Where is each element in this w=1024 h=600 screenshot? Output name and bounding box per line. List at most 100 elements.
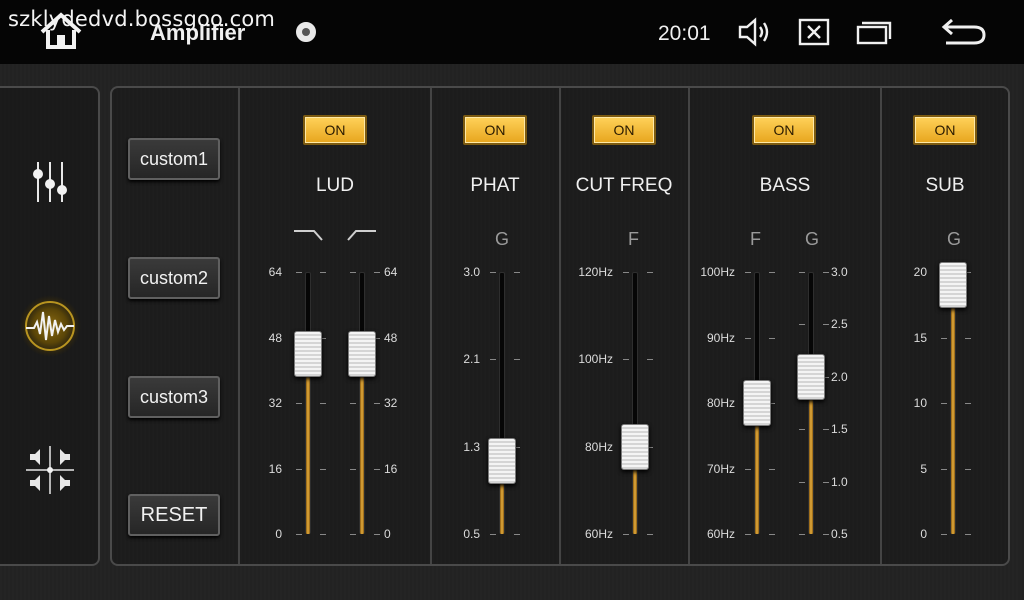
sub-tick-label: 0	[920, 527, 927, 541]
column-divider	[688, 88, 690, 564]
lud-high-tick-label: 0	[384, 527, 391, 541]
sub-tick-label: 15	[913, 330, 927, 345]
preset-custom3-button[interactable]: custom3	[128, 376, 220, 418]
column-divider	[880, 88, 882, 564]
bass-gain-tick-label: 2.5	[831, 317, 848, 332]
phat-tick-mark	[514, 359, 520, 361]
reset-button[interactable]: RESET	[128, 494, 220, 536]
bass-gain-tick-mark	[799, 324, 805, 326]
lud-toggle-button[interactable]: ON	[303, 115, 367, 145]
bass-toggle-button[interactable]: ON	[752, 115, 816, 145]
sub-slider-knob[interactable]	[939, 262, 967, 309]
cutfreq-tick-mark	[647, 534, 653, 535]
bass-freq-tick-mark	[769, 534, 775, 535]
bass-freq-tick-label: 60Hz	[706, 527, 735, 541]
nav-equalizer[interactable]	[20, 152, 80, 212]
balance-fader-icon	[26, 446, 74, 494]
cutfreq-tick-mark	[647, 272, 653, 273]
recent-apps-button[interactable]	[856, 18, 892, 51]
phat-title: PHAT	[470, 175, 520, 196]
lud-title: LUD	[315, 175, 354, 196]
bass-freq-label: F	[750, 229, 761, 249]
close-box-icon	[798, 18, 830, 46]
lud-low-tick-mark	[320, 403, 326, 404]
bass-freq-tick-mark	[769, 337, 775, 339]
column-divider	[430, 88, 432, 564]
nav-balance[interactable]	[20, 440, 80, 500]
recent-apps-icon	[856, 21, 892, 45]
phat-slider-knob[interactable]	[488, 437, 516, 484]
bass-gain-tick-mark	[799, 429, 805, 431]
bass-gain-slider-knob[interactable]	[797, 353, 825, 400]
sub-tick-mark	[965, 403, 971, 404]
bass-gain-tick-mark	[823, 429, 829, 431]
close-button[interactable]	[798, 18, 830, 51]
lud-low-tick-mark	[296, 468, 302, 470]
bass-gain-tick-label: 3.0	[831, 265, 848, 279]
bass-gain-tick-mark	[799, 534, 805, 535]
sub-toggle-button[interactable]: ON	[913, 115, 977, 145]
sub-tick-mark	[941, 468, 947, 470]
bass-freq-slider-knob[interactable]	[743, 380, 771, 426]
bass-freq-tick-mark	[745, 534, 751, 535]
bass-gain-tick-mark	[799, 481, 805, 483]
nav-waveform[interactable]	[18, 294, 82, 358]
lud-low-tick-label: 32	[268, 396, 282, 410]
clock: 20:01	[658, 22, 711, 45]
bass-gain-label: G	[805, 229, 820, 249]
sub-tick-mark	[965, 468, 971, 470]
bass-gain-tick-label: 1.5	[831, 422, 848, 437]
sub-tick-label: 5	[920, 461, 927, 476]
lud-high-slider-knob[interactable]	[348, 330, 376, 377]
lud-high-tick-mark	[374, 272, 380, 273]
bass-gain-tick-label: 0.5	[831, 527, 848, 541]
lud-high-tick-mark	[350, 272, 356, 273]
phat-tick-label: 3.0	[463, 265, 480, 279]
lud-high-tick-mark	[350, 534, 356, 535]
bass-freq-tick-mark	[769, 272, 775, 273]
phat-tick-label: 2.1	[463, 352, 480, 367]
equalizer-sliders-icon	[33, 162, 67, 202]
bass-gain-tick-mark	[823, 481, 829, 483]
lud-low-slider-knob[interactable]	[294, 330, 322, 377]
back-icon	[941, 18, 986, 45]
cutfreq-title: CUT FREQ	[575, 175, 673, 196]
preset-custom1-button[interactable]: custom1	[128, 138, 220, 180]
status-dot-icon	[296, 22, 316, 42]
sub-tick-mark	[941, 403, 947, 404]
lud-low-tick-mark	[296, 272, 302, 273]
bass-gain-tick-mark	[799, 272, 805, 273]
cutfreq-tick-mark	[623, 534, 629, 535]
lud-low-tick-label: 0	[275, 527, 282, 541]
waveform-icon	[19, 295, 81, 357]
cutfreq-tick-mark	[623, 272, 629, 273]
bass-freq-tick-label: 80Hz	[706, 396, 735, 410]
sub-tick-label: 20	[913, 265, 927, 279]
low-shelf-curve-icon	[294, 230, 323, 241]
lud-low-tick-label: 48	[268, 330, 282, 345]
side-navigation	[0, 86, 100, 566]
bass-freq-tick-mark	[769, 468, 775, 470]
volume-icon	[738, 17, 769, 47]
bass-title: BASS	[759, 175, 811, 196]
status-bar: szklydedvd.bossgoo.com Amplifier 20:01	[0, 0, 1024, 64]
lud-high-tick-label: 64	[384, 265, 398, 279]
lud-high-tick-label: 16	[384, 461, 398, 476]
lud-high-tick-mark	[350, 403, 356, 404]
bass-freq-tick-mark	[745, 468, 751, 470]
sub-gain-label: G	[947, 229, 962, 249]
phat-tick-mark	[490, 272, 496, 273]
cutfreq-toggle-button[interactable]: ON	[592, 115, 656, 145]
lud-high-tick-mark	[374, 534, 380, 535]
back-button[interactable]	[940, 16, 988, 53]
lud-high-tick-mark	[374, 403, 380, 404]
preset-custom2-button[interactable]: custom2	[128, 257, 220, 299]
phat-toggle-button[interactable]: ON	[463, 115, 527, 145]
phat-tick-mark	[490, 359, 496, 361]
cutfreq-freq-label: F	[628, 229, 639, 249]
sub-tick-mark	[965, 534, 971, 535]
bass-freq-tick-mark	[745, 337, 751, 339]
cutfreq-slider-knob[interactable]	[621, 423, 649, 470]
volume-button[interactable]	[736, 16, 772, 53]
sub-tick-mark	[965, 337, 971, 339]
